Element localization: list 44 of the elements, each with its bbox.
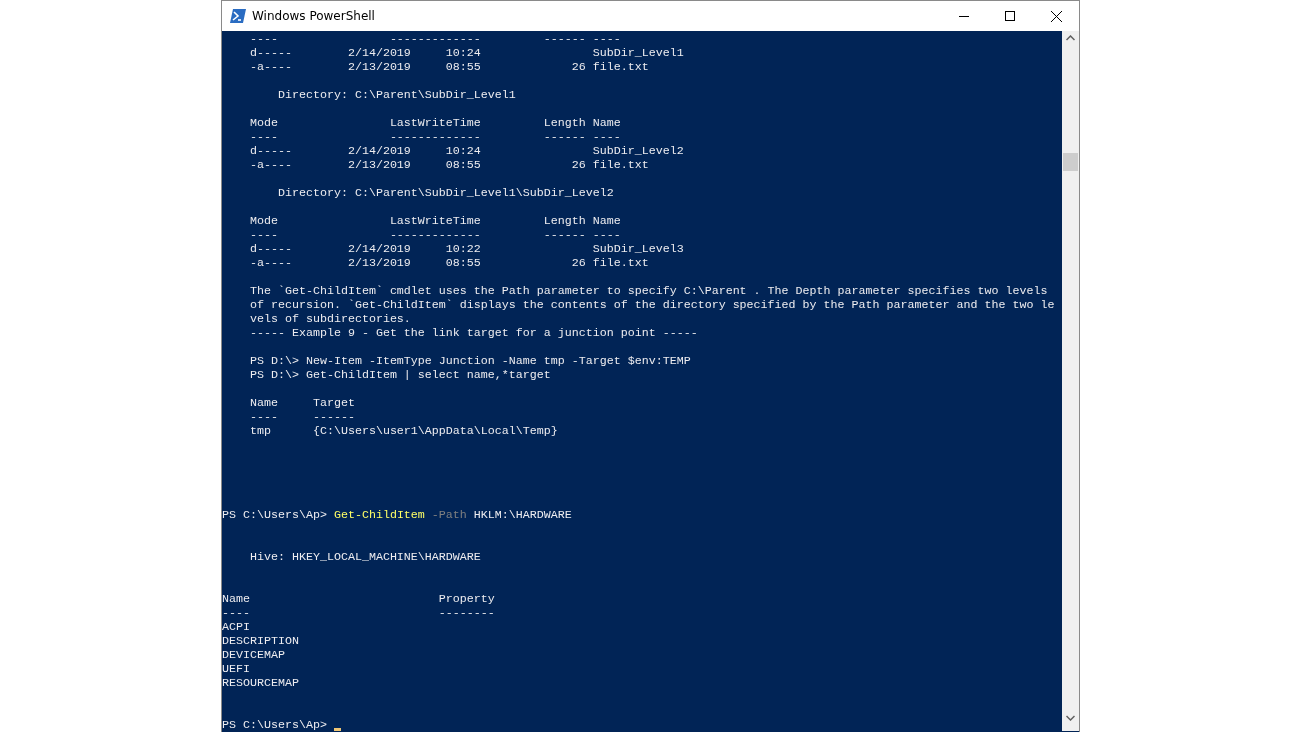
prompt-text: PS C:\Users\Ap> <box>222 718 328 732</box>
cmdlet-text: Get-ChildItem <box>333 508 426 522</box>
console-line: d----- 2/14/2019 10:24 SubDir_Level2 <box>248 144 684 158</box>
close-icon <box>1050 10 1062 22</box>
console-line: Name Property <box>222 592 495 606</box>
argument-text: HKLM:\HARDWARE <box>472 508 572 522</box>
maximize-icon <box>1005 11 1015 21</box>
window-title: Windows PowerShell <box>252 9 375 23</box>
console-line: Directory: C:\Parent\SubDir_Level1\SubDir_Level2 <box>276 186 614 200</box>
scroll-up-icon[interactable] <box>1066 35 1075 41</box>
console-line: PS D:\> Get-ChildItem | select name,*target <box>248 368 551 382</box>
console-line: Hive: HKEY_LOCAL_MACHINE\HARDWARE <box>248 550 481 564</box>
console-line: ---- ------ <box>248 410 355 424</box>
console-line: -a---- 2/13/2019 08:55 26 file.txt <box>248 158 649 172</box>
text-cursor <box>333 728 341 731</box>
console-line: vels of subdirectories. <box>248 312 411 326</box>
prompt-text: PS C:\Users\Ap> <box>222 508 328 522</box>
console-line: ---- ------------- ------ ---- <box>248 130 621 144</box>
console-line: -a---- 2/13/2019 08:55 26 file.txt <box>248 60 649 74</box>
console-line: ACPI <box>222 620 250 634</box>
scroll-down-icon[interactable] <box>1066 715 1075 721</box>
console-line: d----- 2/14/2019 10:24 SubDir_Level1 <box>248 46 684 60</box>
console-line: UEFI <box>222 662 250 676</box>
console-line: RESOURCEMAP <box>222 676 299 690</box>
console-line: PS D:\> New-Item -ItemType Junction -Name tmp -Target $env:TEMP <box>248 354 691 368</box>
console-line: DEVICEMAP <box>222 648 285 662</box>
console-line: tmp {C:\Users\user1\AppData\Local\Temp} <box>248 424 558 438</box>
console-line: Directory: C:\Parent\SubDir_Level1 <box>276 88 516 102</box>
scroll-thumb[interactable] <box>1063 153 1078 171</box>
console-line: ---- -------- <box>222 606 495 620</box>
console-line: of recursion. `Get-ChildItem` displays the contents of the directory specified by the Path parameter and the two le <box>248 298 1055 312</box>
console-line: Name Target <box>248 396 355 410</box>
console-line: Mode LastWriteTime Length Name <box>248 116 621 130</box>
vertical-scrollbar[interactable] <box>1062 31 1079 731</box>
parameter-text: -Path <box>431 508 467 522</box>
powershell-icon <box>230 9 246 23</box>
console-line: ---- ------------- ------ ---- <box>248 228 621 242</box>
console-line: d----- 2/14/2019 10:22 SubDir_Level3 <box>248 242 684 256</box>
console-line: ----- Example 9 - Get the link target for a junction point ----- <box>248 326 698 340</box>
console-line: The `Get-ChildItem` cmdlet uses the Path parameter to specify C:\Parent . The Depth parameter specifies two levels <box>248 284 1048 298</box>
console-line: ---- ------------- ------ ---- <box>248 32 621 46</box>
console-line: DESCRIPTION <box>222 634 299 648</box>
console-line: -a---- 2/13/2019 08:55 26 file.txt <box>248 256 649 270</box>
console-line: Mode LastWriteTime Length Name <box>248 214 621 228</box>
